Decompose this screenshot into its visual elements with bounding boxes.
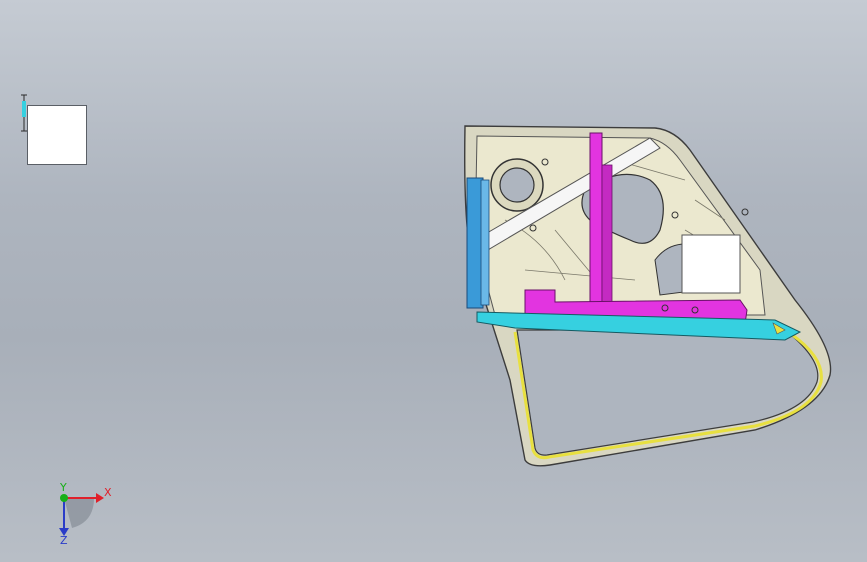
y-axis-label: Y (59, 482, 67, 494)
thumbnail-panel[interactable] (27, 105, 87, 165)
z-axis-label: Z (60, 534, 68, 546)
regulator-rail-magenta (589, 132, 603, 309)
cad-viewport[interactable]: X Y Z (0, 0, 867, 562)
x-axis-arrow-icon (96, 493, 104, 503)
window-rail-blue-inner (480, 179, 490, 306)
triad-shadow (64, 498, 94, 528)
speaker-center (499, 167, 535, 203)
axis-triad: X Y Z (59, 482, 112, 546)
control-module-box (681, 234, 741, 294)
x-axis-label: X (104, 486, 112, 499)
door-model[interactable] (455, 120, 867, 480)
y-axis-dot-icon (60, 494, 68, 502)
regulator-rail-magenta-side (601, 164, 613, 306)
